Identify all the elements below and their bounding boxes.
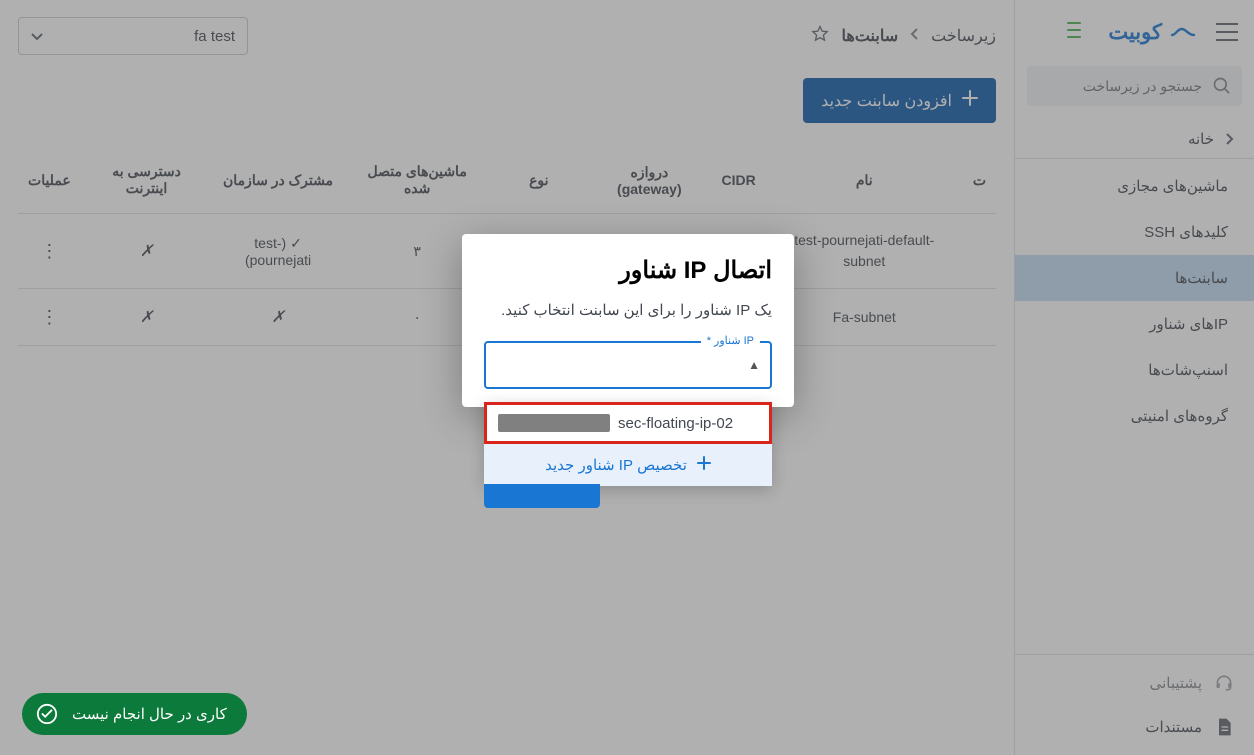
attach-floating-ip-modal: اتصال IP شناور یک IP شناور را برای این س… — [462, 234, 794, 407]
modal-title: اتصال IP شناور — [484, 256, 772, 285]
new-option-label: تخصیص IP شناور جدید — [545, 456, 687, 474]
dropdown-option[interactable]: sec-floating-ip-02 — [484, 402, 772, 444]
modal-description: یک IP شناور را برای این سابنت انتخاب کنی… — [484, 301, 772, 319]
check-circle-icon — [36, 703, 58, 725]
redacted-ip — [498, 414, 610, 432]
status-toast[interactable]: کاری در حال انجام نیست — [22, 693, 247, 735]
option-label: sec-floating-ip-02 — [618, 415, 733, 432]
floating-ip-dropdown: sec-floating-ip-02 تخصیص IP شناور جدید — [484, 402, 772, 486]
toast-text: کاری در حال انجام نیست — [72, 705, 227, 723]
plus-icon — [697, 456, 711, 474]
modal-confirm-button[interactable] — [484, 484, 600, 508]
allocate-new-ip-option[interactable]: تخصیص IP شناور جدید — [484, 444, 772, 486]
select-label: IP شناور * — [701, 334, 760, 347]
floating-ip-select[interactable]: IP شناور * ▲ — [484, 341, 772, 389]
chevron-up-icon: ▲ — [748, 358, 760, 372]
